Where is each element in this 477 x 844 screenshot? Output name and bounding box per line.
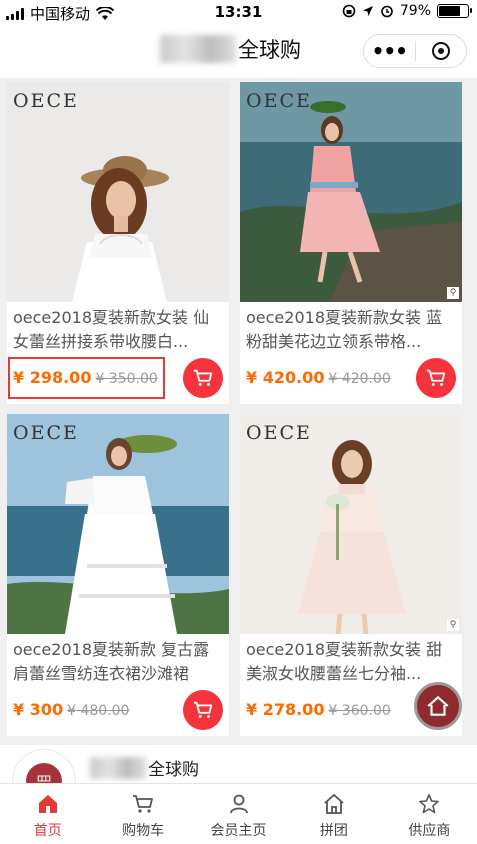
- product-card[interactable]: OECE ⚲ oece2018夏装新款女装 蓝粉甜美花边立领系带格... ¥ 4…: [240, 82, 462, 404]
- brand-logo: OECE: [13, 90, 79, 112]
- add-to-cart-button[interactable]: [416, 358, 456, 398]
- zoom-icon: ⚲: [447, 619, 459, 631]
- product-image[interactable]: OECE: [7, 414, 229, 634]
- blurred-shop-prefix: [90, 756, 146, 779]
- product-title[interactable]: oece2018夏装新款女装 甜美淑女收腰蕾丝七分袖...: [246, 638, 458, 686]
- status-right: 79%: [342, 3, 472, 19]
- tab-cart[interactable]: 购物车: [95, 784, 190, 844]
- brand-logo: OECE: [246, 422, 312, 444]
- current-price: ¥ 420.00: [246, 368, 325, 387]
- product-price: ¥ 300 ¥ 480.00: [13, 700, 129, 719]
- product-price: ¥ 278.00 ¥ 360.00: [246, 700, 391, 719]
- product-title[interactable]: oece2018夏装新款女装 蓝粉甜美花边立领系带格...: [246, 306, 458, 354]
- location-icon: [362, 6, 373, 16]
- product-image[interactable]: OECE: [7, 82, 229, 302]
- tab-member[interactable]: 会员主页: [191, 784, 286, 844]
- product-card[interactable]: OECE oece2018夏装新款女装 仙女蕾丝拼接系带收腰白... ¥ 298…: [7, 82, 229, 404]
- target-icon: [431, 42, 450, 60]
- tab-supplier[interactable]: 供应商: [382, 784, 477, 844]
- brand-logo: OECE: [246, 90, 312, 112]
- house-icon: [427, 695, 449, 716]
- shop-name-text: 全球购: [148, 760, 199, 780]
- home-icon: [38, 795, 57, 813]
- add-to-cart-button[interactable]: [183, 358, 223, 398]
- more-button[interactable]: •••: [364, 36, 415, 66]
- mini-program-capsule: •••: [363, 34, 467, 68]
- tab-label: 购物车: [122, 823, 165, 839]
- alarm-icon: [381, 5, 393, 18]
- battery-percent: 79%: [399, 3, 431, 19]
- rotation-lock-icon: [342, 4, 356, 18]
- house-icon: [324, 793, 344, 814]
- bottom-tab-bar: 首页 购物车 会员主页 拼团 供应商: [0, 783, 477, 844]
- page-title: 全球购: [160, 34, 301, 64]
- current-price: ¥ 300: [13, 700, 64, 719]
- cart-icon: [193, 701, 213, 718]
- product-image[interactable]: OECE ⚲: [240, 414, 462, 634]
- cart-icon: [426, 369, 446, 386]
- shop-name: 全球购: [90, 755, 199, 780]
- page-title-text: 全球购: [238, 38, 301, 62]
- floating-home-button[interactable]: [414, 682, 462, 730]
- product-image[interactable]: OECE ⚲: [240, 82, 462, 302]
- original-price: ¥ 420.00: [328, 371, 391, 387]
- product-title[interactable]: oece2018夏装新款女装 仙女蕾丝拼接系带收腰白...: [13, 306, 225, 354]
- cart-icon: [133, 795, 154, 813]
- tab-label: 拼团: [319, 823, 348, 839]
- tab-home[interactable]: 首页: [0, 784, 95, 844]
- cart-icon: [193, 369, 213, 386]
- tab-label: 供应商: [408, 823, 451, 839]
- close-mini-program-button[interactable]: [415, 42, 466, 60]
- product-card[interactable]: OECE oece2018夏装新款 复古露肩蕾丝雪纺连衣裙沙滩裙 ¥ 300 ¥ …: [7, 414, 229, 736]
- original-price: ¥ 480.00: [67, 703, 130, 719]
- user-icon: [229, 794, 248, 814]
- tab-label: 首页: [33, 823, 62, 839]
- star-icon: [419, 794, 440, 814]
- original-price: ¥ 360.00: [328, 703, 391, 719]
- tab-group-buy[interactable]: 拼团: [286, 784, 381, 844]
- brand-logo: OECE: [13, 422, 79, 444]
- current-price: ¥ 278.00: [246, 700, 325, 719]
- battery-icon: [437, 4, 472, 18]
- product-price: ¥ 420.00 ¥ 420.00: [246, 368, 391, 387]
- price-highlight-box: [8, 357, 165, 399]
- add-to-cart-button[interactable]: [183, 690, 223, 730]
- nav-bar: 全球购 •••: [0, 24, 477, 78]
- tab-label: 会员主页: [210, 823, 267, 839]
- product-title[interactable]: oece2018夏装新款 复古露肩蕾丝雪纺连衣裙沙滩裙: [13, 638, 225, 686]
- zoom-icon: ⚲: [447, 287, 459, 299]
- status-bar: 中国移动 13:31 79%: [0, 0, 477, 24]
- blurred-shop-prefix: [160, 35, 236, 63]
